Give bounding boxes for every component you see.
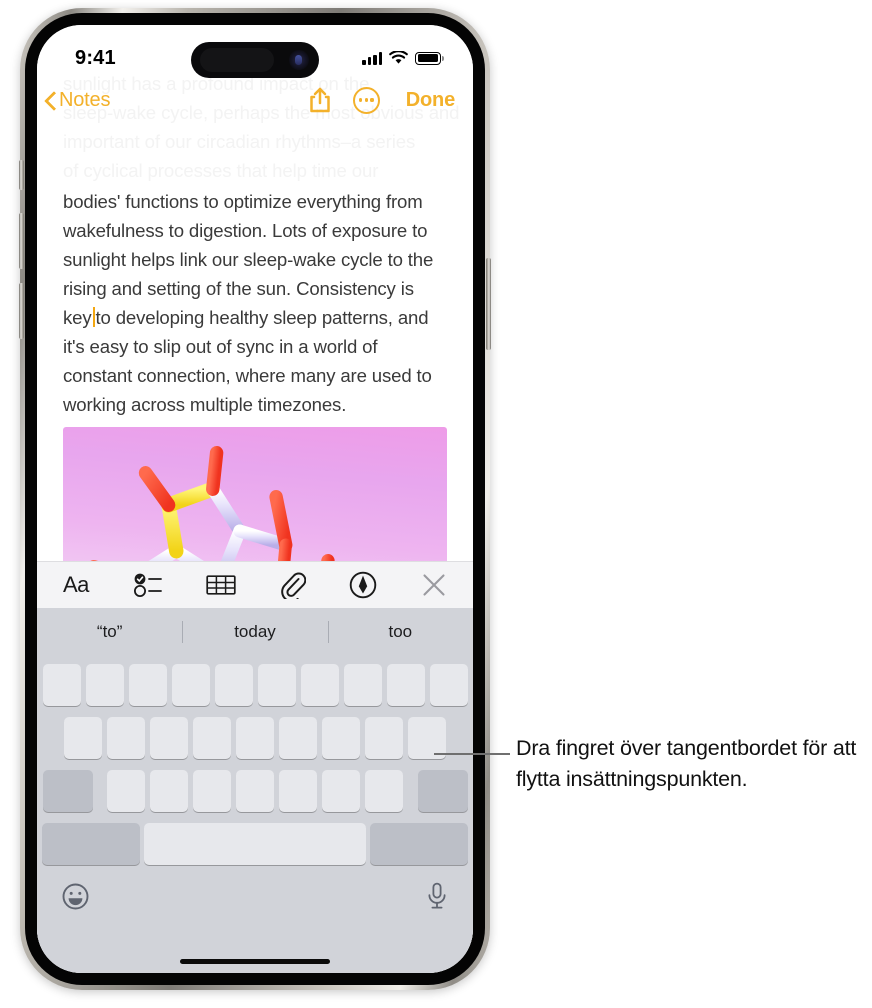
keyboard-key[interactable] bbox=[300, 664, 339, 706]
keyboard-key[interactable] bbox=[279, 770, 317, 812]
table-icon bbox=[206, 575, 236, 595]
shift-key[interactable] bbox=[42, 770, 93, 812]
microphone-icon bbox=[428, 882, 446, 909]
chevron-left-icon bbox=[45, 91, 56, 110]
device-screen: sunlight has a profound impact on the sl… bbox=[37, 25, 473, 973]
keyboard-key[interactable] bbox=[107, 770, 145, 812]
volume-up-button[interactable] bbox=[19, 213, 24, 269]
iphone-device-frame: sunlight has a profound impact on the sl… bbox=[19, 8, 491, 990]
action-mute-button[interactable] bbox=[19, 160, 24, 190]
keyboard-key[interactable] bbox=[386, 664, 425, 706]
keyboard-key[interactable] bbox=[85, 664, 124, 706]
close-x-icon bbox=[423, 574, 445, 596]
attachment-button[interactable] bbox=[280, 571, 306, 599]
keyboard-key[interactable] bbox=[365, 770, 403, 812]
keyboard-row-3 bbox=[40, 770, 470, 812]
text-insertion-caret bbox=[92, 307, 95, 327]
paperclip-icon bbox=[280, 572, 306, 599]
keyboard-key[interactable] bbox=[128, 664, 167, 706]
note-text-paragraph[interactable]: bodies' functions to optimize everything… bbox=[63, 187, 447, 419]
callout-text: Dra fingret över tangentbordet för att f… bbox=[516, 736, 857, 791]
nav-actions: Done bbox=[309, 86, 455, 114]
prediction-candidate[interactable]: today bbox=[182, 622, 327, 642]
keyboard-key[interactable] bbox=[236, 717, 274, 759]
back-to-notes-button[interactable]: Notes bbox=[45, 89, 110, 112]
emoji-smiley-icon bbox=[62, 883, 89, 910]
ellipsis-dot bbox=[358, 98, 363, 102]
checklist-icon bbox=[133, 573, 162, 597]
note-ghost-line: important of our circadian rhythms–a ser… bbox=[63, 131, 416, 152]
dictation-button[interactable] bbox=[426, 882, 448, 916]
markup-pen-circle-icon bbox=[350, 571, 377, 599]
screenshot-stage: sunlight has a profound impact on the sl… bbox=[0, 0, 872, 1008]
keyboard-key[interactable] bbox=[343, 664, 382, 706]
keyboard-key[interactable] bbox=[214, 664, 253, 706]
keyboard-key[interactable] bbox=[42, 664, 81, 706]
share-icon bbox=[310, 87, 330, 113]
space-key[interactable] bbox=[144, 823, 366, 865]
share-button[interactable] bbox=[309, 87, 331, 113]
numbers-123-key[interactable] bbox=[42, 823, 140, 865]
note-ghost-line: of cyclical processes that help time our bbox=[63, 160, 379, 181]
keyboard-key[interactable] bbox=[429, 664, 468, 706]
keyboard-key[interactable] bbox=[150, 717, 188, 759]
table-button[interactable] bbox=[206, 572, 236, 598]
keyboard-row-4 bbox=[40, 823, 470, 865]
callout-leader-line bbox=[434, 753, 510, 755]
note-format-toolbar: Aa bbox=[37, 561, 473, 608]
keyboard-key[interactable] bbox=[107, 717, 145, 759]
checklist-button[interactable] bbox=[133, 572, 163, 598]
done-button[interactable]: Done bbox=[406, 89, 455, 112]
dynamic-island bbox=[191, 42, 319, 78]
navigation-bar: Notes Done bbox=[37, 77, 473, 123]
keyboard-key[interactable] bbox=[193, 717, 231, 759]
keyboard-key[interactable] bbox=[322, 717, 360, 759]
keyboard-key[interactable] bbox=[64, 717, 102, 759]
more-options-button[interactable] bbox=[352, 86, 380, 114]
markup-button[interactable] bbox=[349, 571, 377, 599]
dynamic-island-pill bbox=[200, 48, 274, 72]
keyboard-row-2 bbox=[40, 717, 470, 759]
front-camera-icon bbox=[289, 50, 309, 70]
keyboard-row-1 bbox=[40, 664, 470, 706]
prediction-candidate[interactable]: too bbox=[328, 622, 473, 642]
keyboard-key[interactable] bbox=[193, 770, 231, 812]
keyboard-key[interactable] bbox=[257, 664, 296, 706]
volume-down-button[interactable] bbox=[19, 283, 24, 339]
predictive-text-bar: “to” today too bbox=[37, 608, 473, 656]
ellipsis-dot bbox=[364, 98, 368, 102]
note-text-after-caret: to developing healthy sleep patterns, an… bbox=[63, 307, 432, 415]
prediction-candidate[interactable]: “to” bbox=[37, 622, 182, 642]
on-screen-keyboard[interactable] bbox=[37, 656, 473, 973]
note-input-accessory: Aa “to” today too bbox=[37, 561, 473, 973]
keyboard-key[interactable] bbox=[150, 770, 188, 812]
keyboard-key[interactable] bbox=[236, 770, 274, 812]
keyboard-key[interactable] bbox=[365, 717, 403, 759]
keyboard-bottom-row bbox=[40, 876, 470, 916]
format-aa-button[interactable]: Aa bbox=[63, 572, 89, 598]
back-button-label: Notes bbox=[59, 88, 111, 111]
keyboard-key[interactable] bbox=[171, 664, 210, 706]
delete-key[interactable] bbox=[417, 770, 468, 812]
close-keyboard-button[interactable] bbox=[421, 572, 447, 598]
ellipsis-dot bbox=[370, 98, 374, 102]
keyboard-key[interactable] bbox=[279, 717, 317, 759]
keyboard-key[interactable] bbox=[322, 770, 360, 812]
power-button[interactable] bbox=[486, 258, 491, 350]
emoji-button[interactable] bbox=[62, 883, 89, 915]
return-key[interactable] bbox=[370, 823, 468, 865]
home-indicator[interactable] bbox=[180, 959, 330, 964]
